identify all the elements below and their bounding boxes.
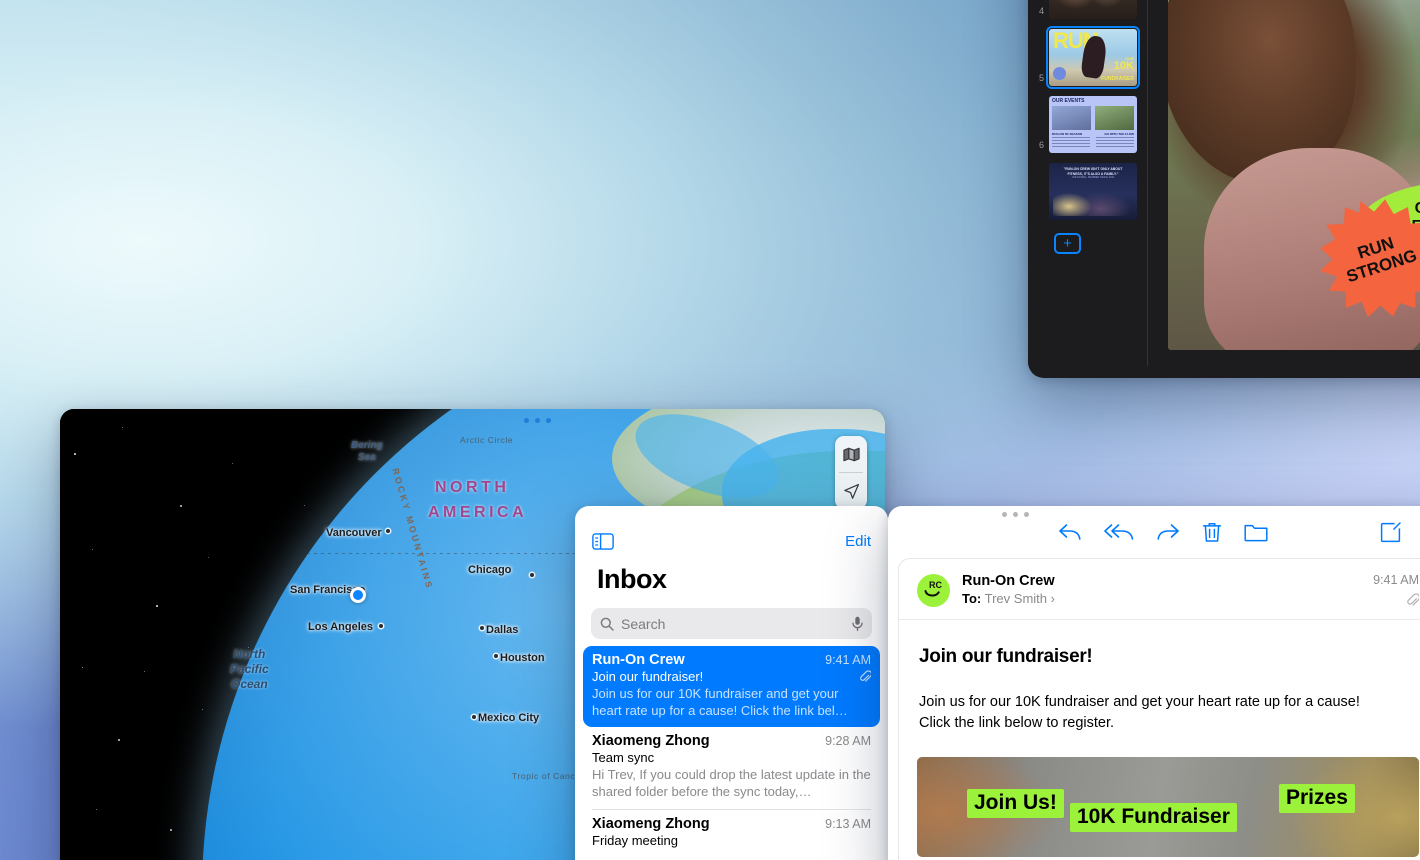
list-item[interactable]: Xiaomeng Zhong 9:28 AM Team sync Hi Trev… <box>575 727 888 808</box>
map-label-sea: Bering Sea <box>351 440 383 463</box>
banner-tag-prizes: Prizes <box>1279 783 1355 813</box>
slide-thumbnail[interactable]: RUN-ON CREW ISN'T JUST A RACE. IT'S A LE… <box>1049 0 1137 19</box>
message-header: RC Run-On Crew To: Trev Smith › 9:41 AM <box>899 559 1420 620</box>
active-slide[interactable]: RU O COMMUNITY FUNDRAISER 10K RUN RUN ST… <box>1168 0 1420 350</box>
move-to-folder-button[interactable] <box>1244 523 1268 542</box>
banner-tag-join-us: Join Us! <box>967 788 1064 818</box>
body-line-1: Join us for our 10K fundraiser and get y… <box>919 694 1360 710</box>
reply-all-button[interactable] <box>1104 522 1134 542</box>
thumb-event-text-2 <box>1096 137 1134 149</box>
message-timestamp: 9:41 AM <box>1373 573 1419 587</box>
mail-message-window[interactable]: RC Run-On Crew To: Trev Smith › 9:41 AM <box>888 506 1420 860</box>
slide-number: 6 <box>1038 140 1044 150</box>
message-time: 9:28 AM <box>825 734 871 749</box>
slide-thumbnail-item[interactable]: 6 OUR EVENTS RUN-ON 5K SEASON GO WITH TH… <box>1028 91 1147 158</box>
maps-controls[interactable] <box>835 436 867 509</box>
slide-thumbnail-item[interactable]: 7 "RUN-ON CREW ISN'T ONLY ABOUT FITNESS,… <box>1028 158 1147 225</box>
thumb-event-text-1 <box>1052 137 1090 149</box>
to-label: To: <box>962 591 982 606</box>
microphone-icon[interactable] <box>852 616 863 631</box>
search-field[interactable]: Search <box>591 608 872 639</box>
message-time: 9:13 AM <box>825 816 871 831</box>
thumb-night-photo <box>1053 192 1133 216</box>
keynote-slide-navigator[interactable]: 3 COMMUNITY 4 RUN-ON CREW ISN'T JUST A R… <box>1028 0 1148 366</box>
delete-button[interactable] <box>1202 522 1222 543</box>
message-subject: Friday meeting <box>592 832 678 848</box>
slide-thumbnail-item[interactable]: 4 RUN-ON CREW ISN'T JUST A RACE. IT'S A … <box>1028 0 1147 24</box>
chevron-right-icon: › <box>1050 591 1055 606</box>
forward-button[interactable] <box>1156 522 1180 542</box>
thumb-10k-label: 10K <box>1113 60 1134 72</box>
message-toolbar[interactable] <box>888 506 1420 558</box>
paperclip-icon <box>1407 593 1420 610</box>
map-layers-icon <box>842 447 860 462</box>
compose-button[interactable] <box>1380 521 1401 543</box>
sidebar-toggle-icon[interactable] <box>592 533 614 550</box>
search-icon <box>600 617 614 631</box>
thumb-quote-attribution: JOE MOREL, MEMBER SINCE 2021 <box>1071 175 1115 179</box>
slide-thumbnail[interactable]: "RUN-ON CREW ISN'T ONLY ABOUT FITNESS, I… <box>1049 163 1137 220</box>
avatar-initials: RC <box>929 580 942 590</box>
paperclip-icon <box>860 670 873 683</box>
message-sender: Xiaomeng Zhong <box>592 733 710 750</box>
reply-button[interactable] <box>1058 522 1082 542</box>
location-arrow-icon <box>843 483 860 500</box>
badge-line-1: COMMUNITY <box>1415 200 1420 218</box>
keynote-slide-canvas[interactable]: RU O COMMUNITY FUNDRAISER 10K RUN RUN ST… <box>1148 0 1420 366</box>
thumb-event-card-1: RUN-ON 5K SEASON <box>1052 132 1083 136</box>
avatar: RC <box>917 574 950 607</box>
thumb-events-header: OUR EVENTS <box>1052 98 1085 104</box>
edit-button[interactable]: Edit <box>845 533 871 550</box>
thumb-fundraiser-label: FUNDRAISER <box>1101 76 1134 82</box>
page-title: Inbox <box>597 564 667 594</box>
keynote-window[interactable]: 3 COMMUNITY 4 RUN-ON CREW ISN'T JUST A R… <box>1028 0 1420 378</box>
slide-number: 4 <box>1038 6 1044 16</box>
message-preview: Hi Trev, If you could drop the latest up… <box>592 767 871 800</box>
message-subject: Team sync <box>592 750 655 766</box>
mail-sidebar-window[interactable]: Edit Inbox Search Run-On Crew 9:41 AM Jo… <box>575 506 888 860</box>
message-list[interactable]: Run-On Crew 9:41 AM Join our fundraiser!… <box>575 646 888 856</box>
add-slide-button[interactable]: + <box>1054 233 1081 254</box>
current-location-button[interactable] <box>835 473 867 509</box>
slide-thumbnail-selected[interactable]: RUN OUR 10K FUNDRAISER <box>1046 26 1140 89</box>
message-banner-image[interactable]: Join Us! 10K Fundraiser Prizes <box>917 756 1419 857</box>
message-subject: Join our fundraiser! <box>592 669 704 684</box>
message-body: Join us for our 10K fundraiser and get y… <box>899 668 1420 735</box>
slide-number: 5 <box>1038 73 1044 83</box>
message-preview: Join us for our 10K fundraiser and get y… <box>592 686 848 719</box>
message-sender: Xiaomeng Zhong <box>592 815 710 832</box>
message-time: 9:41 AM <box>825 653 871 667</box>
sender-name: Run-On Crew <box>962 573 1055 589</box>
banner-tag-fundraiser: 10K Fundraiser <box>1070 802 1237 832</box>
list-item[interactable]: Xiaomeng Zhong 9:13 AM Friday meeting <box>575 810 888 856</box>
search-input[interactable]: Search <box>621 616 845 632</box>
thumb-smiley-icon <box>1053 67 1066 80</box>
message-card: RC Run-On Crew To: Trev Smith › 9:41 AM <box>898 558 1420 860</box>
thumb-event-photo-2 <box>1095 106 1134 130</box>
recipient-line[interactable]: To: Trev Smith › <box>962 591 1055 606</box>
mail-drag-handle[interactable] <box>1002 512 1029 517</box>
desktop-wallpaper: 3 COMMUNITY 4 RUN-ON CREW ISN'T JUST A R… <box>0 0 1420 860</box>
maps-drag-handle[interactable] <box>524 418 551 423</box>
slide-thumbnail[interactable]: OUR EVENTS RUN-ON 5K SEASON GO WITH THE … <box>1049 96 1137 153</box>
map-mode-button[interactable] <box>835 436 867 472</box>
current-location-dot <box>350 587 366 603</box>
message-sender: Run-On Crew <box>592 652 685 668</box>
thumb-event-photo-1 <box>1052 106 1091 130</box>
body-line-2: Click the link below to register. <box>919 715 1115 732</box>
thumb-event-card-2: GO WITH THE FLOW <box>1104 132 1134 136</box>
list-item[interactable]: Run-On Crew 9:41 AM Join our fundraiser!… <box>583 646 880 728</box>
message-subject: Join our fundraiser! <box>919 646 1093 667</box>
recipient-name: Trev Smith <box>984 591 1047 606</box>
slide-thumbnail-item[interactable]: 5 RUN OUR 10K FUNDRAISER <box>1028 24 1147 91</box>
